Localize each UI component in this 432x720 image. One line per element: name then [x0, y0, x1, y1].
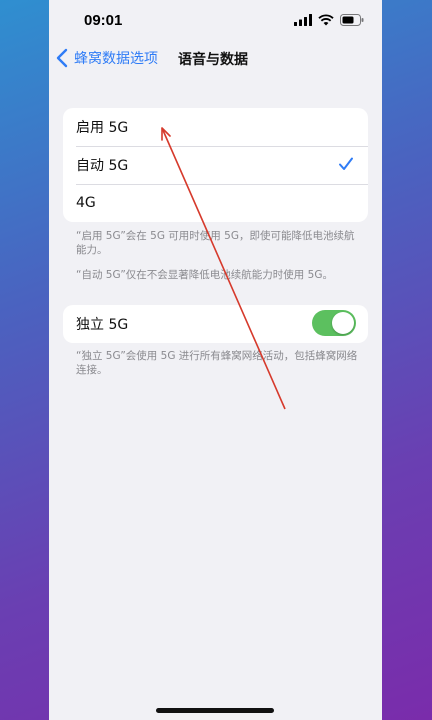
note-auto-5g: “自动 5G”仅在不会显著降低电池续航能力时使用 5G。	[76, 269, 333, 281]
cellular-signal-icon	[294, 14, 312, 26]
note-enable-5g: “启用 5G”会在 5G 可用时使用 5G，即使可能降低电池续航能力。	[76, 230, 355, 256]
status-icons	[294, 14, 364, 26]
option-label: 自动 5G	[76, 158, 129, 174]
page-title: 语音与数据	[178, 52, 248, 68]
battery-icon	[340, 14, 364, 26]
toggle-knob	[332, 312, 354, 334]
standalone-5g-toggle[interactable]	[312, 310, 356, 336]
option-label: 4G	[76, 195, 96, 211]
home-indicator[interactable]	[156, 708, 274, 713]
option-label: 启用 5G	[76, 120, 129, 136]
note-standalone-5g: “独立 5G”会使用 5G 进行所有蜂窝网络活动，包括蜂窝网络连接。	[76, 350, 358, 376]
option-enable-5g[interactable]: 启用 5G	[63, 108, 368, 146]
option-auto-5g[interactable]: 自动 5G	[63, 146, 368, 184]
standalone-5g-label: 独立 5G	[76, 317, 129, 333]
status-bar: 09:01	[49, 0, 382, 42]
nav-bar: 蜂窝数据选项 语音与数据	[49, 44, 382, 76]
phone-screen: 09:01 蜂窝数据选项 语音与数据 启用 5G 自动 5G 4G “启用 5G…	[49, 0, 382, 720]
chevron-left-icon	[56, 48, 68, 68]
back-button[interactable]: 蜂窝数据选项	[55, 48, 158, 68]
standalone-5g-group: 独立 5G	[63, 305, 368, 343]
status-time: 09:01	[84, 12, 123, 29]
option-4g[interactable]: 4G	[63, 184, 368, 222]
voice-data-options: 启用 5G 自动 5G 4G	[63, 108, 368, 222]
back-label: 蜂窝数据选项	[74, 51, 158, 67]
checkmark-icon	[339, 157, 353, 170]
wifi-icon	[318, 14, 334, 26]
standalone-5g-row: 独立 5G	[63, 305, 368, 343]
